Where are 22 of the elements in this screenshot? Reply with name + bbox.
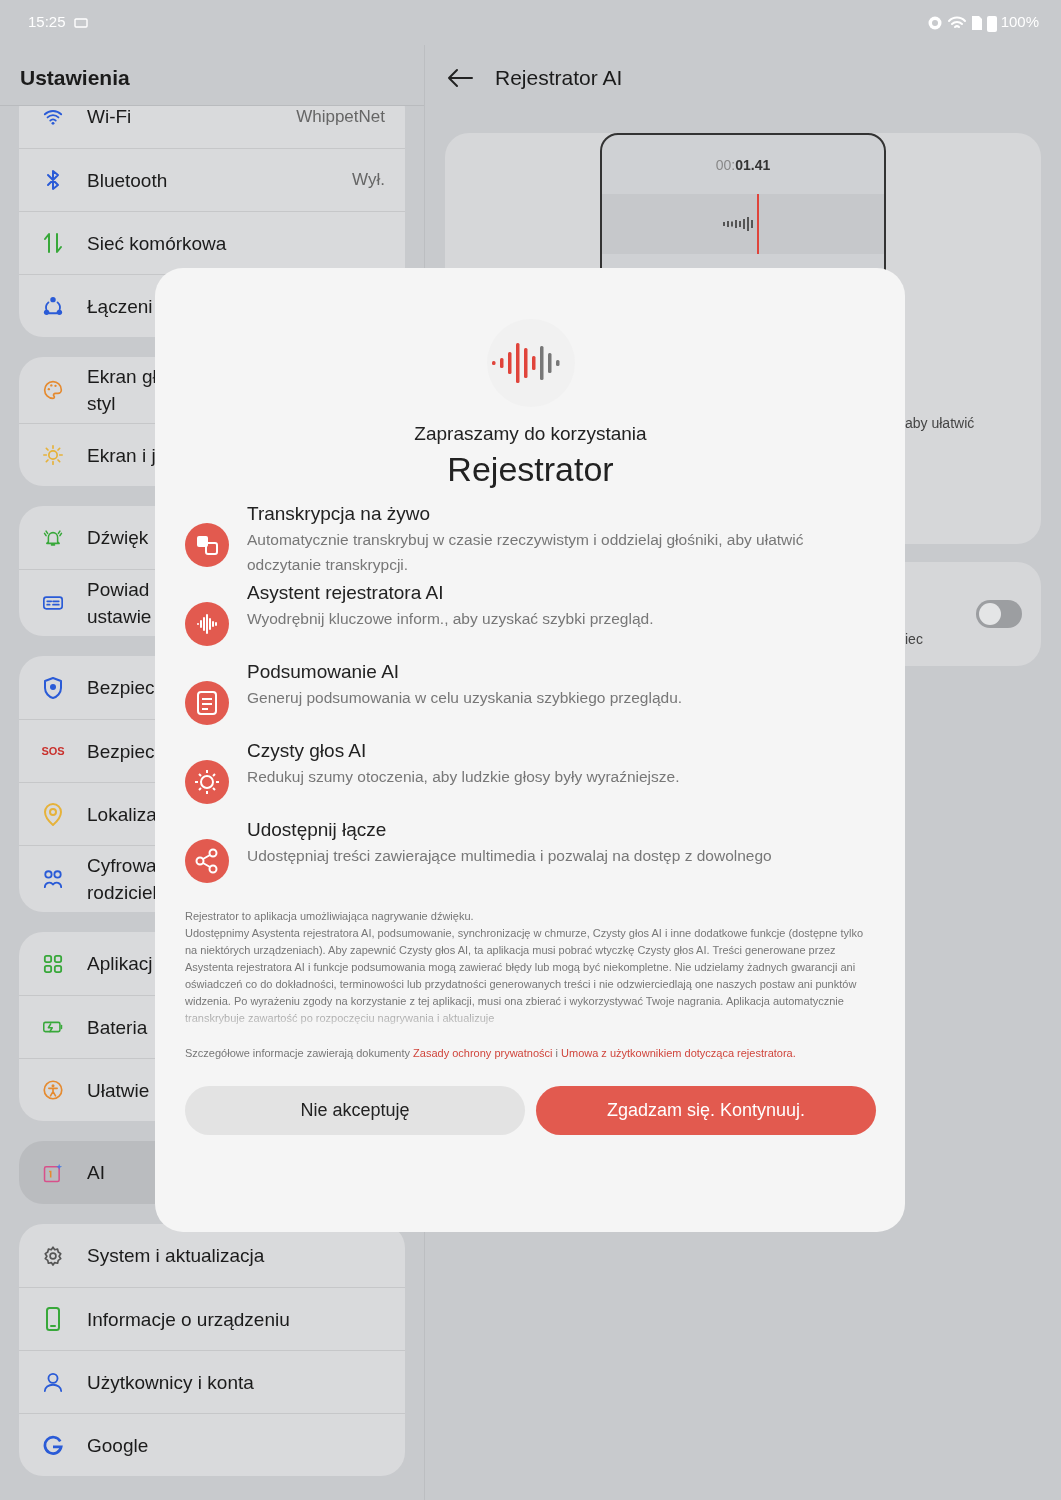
feature-title: Asystent rejestratora AI [247,580,445,605]
feature-title: Podsumowanie AI [247,659,401,684]
sos-label: SOS [41,743,65,759]
feature-description: Generuj podsumowania w celu uzyskania szybkiego przeglądu. [247,687,683,708]
page-title: Rejestrator AI [495,65,623,92]
welcome-text: Zapraszamy do korzystania [413,422,648,446]
feature-description: Redukuj szumy otoczenia, aby ludzkie głosy były wyraźniejsze. [247,766,680,787]
item-value: Wył. [352,169,385,192]
description-fragment: iec [905,629,923,649]
feature-description: Wyodrębnij kluczowe inform., aby uzyskać szybki przegląd. [247,608,654,629]
feature-title: Czysty głos AI [247,738,368,763]
feature-title: Transkrypcja na żywo [247,501,432,526]
details-text: Szczegółowe informacje zawierają dokumenty Zasady ochrony prywatności i Umowa z użytkownikiem dotycząca rejestratora. [185,1045,797,1061]
description-fragment: aby ułatwić [905,414,976,433]
timer-text: 00:01.41 [714,156,772,175]
settings-title: Ustawienia [20,65,130,92]
feature-description: Udostępniaj treści zawierające multimedia i pozwalaj na dostęp z dowolnego [247,845,772,866]
disclaimer-text: Rejestrator to aplikacja umożliwiająca nagrywanie dźwięku. Udostępnimy Asystenta rejestratora AI, podsumowanie, synchronizację w chmurze, Czysty głos AI i inne dodatkowe funkcje (dostępne tylko na niektórych urządzeniach). Aby zapewnić Czysty głos AI, ta aplikacja musi pobrać wtyczkę Czysty głos AI. Treści generowane przez Asystenta rejestratora AI i funkcje podsumowania mogą zawierać błędy lub mogą być niekompletne. Nie udzielamy żadnych gwarancji ani oświadczeń co do dokładności, terminowości lub przydatności generowanych treści i nie odzwierciedlają one naszych postaw ani punktów widzenia. Po wyrażeniu zgody na korzystanie z tej aplikacji, musi ona zbierać i wykorzystywać Twoje nagrania. Aplikacja automatycznie transkrybuje zawartość po rozpoczęciu nagrywania i aktualizuje [185,908,865,1026]
item-value: WhippetNet [296,106,385,128]
feature-title: Udostępnij łącze [247,817,388,842]
feature-description: Automatycznie transkrybuj w czasie rzeczywistym i oddzielaj głośniki, aby ułatwić odczytanie transkrypcji. [247,529,805,575]
dialog-title: Rejestrator [446,448,615,489]
